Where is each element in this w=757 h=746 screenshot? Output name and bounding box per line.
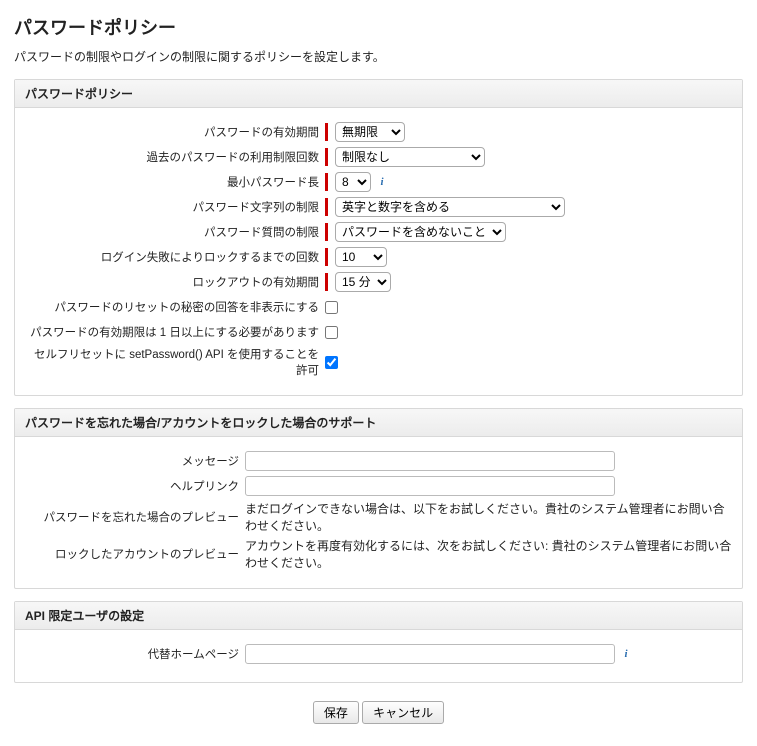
label-lockduration: ロックアウトの有効期間	[25, 274, 325, 290]
cancel-button[interactable]: キャンセル	[362, 701, 444, 724]
checkbox-setpwapi[interactable]	[325, 356, 338, 369]
label-history: 過去のパスワードの利用制限回数	[25, 149, 325, 165]
panel-password-policy: パスワードポリシー パスワードの有効期間 無期限 過去のパスワードの利用制限回数…	[14, 79, 743, 396]
required-marker	[325, 273, 328, 291]
label-lockattempts: ログイン失敗によりロックするまでの回数	[25, 249, 325, 265]
required-marker	[325, 173, 328, 191]
select-complexity[interactable]: 英字と数字を含める	[335, 197, 565, 217]
input-althome[interactable]	[245, 644, 615, 664]
page-title: パスワードポリシー	[14, 14, 743, 40]
checkbox-obscure[interactable]	[325, 301, 338, 314]
label-setpwapi: セルフリセットに setPassword() API を使用することを許可	[25, 346, 325, 378]
required-marker	[325, 223, 328, 241]
checkbox-mindays[interactable]	[325, 326, 338, 339]
page-subtitle: パスワードの制限やログインの制限に関するポリシーを設定します。	[14, 48, 743, 65]
required-marker	[325, 248, 328, 266]
label-obscure: パスワードのリセットの秘密の回答を非表示にする	[25, 299, 325, 315]
select-lockattempts[interactable]: 10	[335, 247, 387, 267]
input-message[interactable]	[245, 451, 615, 471]
select-minlen[interactable]: 8	[335, 172, 371, 192]
panel-forgot-support: パスワードを忘れた場合/アカウントをロックした場合のサポート メッセージ ヘルプ…	[14, 408, 743, 589]
label-question: パスワード質問の制限	[25, 224, 325, 240]
button-bar: 保存 キャンセル	[14, 695, 743, 736]
panel-header-api: API 限定ユーザの設定	[15, 602, 742, 630]
panel-header-password-policy: パスワードポリシー	[15, 80, 742, 108]
label-lock-preview: ロックしたアカウントのプレビュー	[25, 546, 245, 562]
label-message: メッセージ	[25, 453, 245, 469]
select-lockduration[interactable]: 15 分	[335, 272, 391, 292]
input-helplink[interactable]	[245, 476, 615, 496]
info-icon[interactable]: i	[375, 175, 389, 189]
forgot-preview-text: まだログインできない場合は、以下をお試しください。貴社のシステム管理者にお問い合…	[245, 500, 732, 534]
lock-preview-text: アカウントを再度有効化するには、次をお試しください: 貴社のシステム管理者にお問…	[245, 537, 732, 571]
select-expiry[interactable]: 無期限	[335, 122, 405, 142]
label-complexity: パスワード文字列の制限	[25, 199, 325, 215]
label-expiry: パスワードの有効期間	[25, 124, 325, 140]
select-history[interactable]: 制限なし	[335, 147, 485, 167]
required-marker	[325, 148, 328, 166]
panel-header-forgot: パスワードを忘れた場合/アカウントをロックした場合のサポート	[15, 409, 742, 437]
info-icon[interactable]: i	[619, 647, 633, 661]
label-althome: 代替ホームページ	[25, 646, 245, 662]
label-minlen: 最小パスワード長	[25, 174, 325, 190]
label-mindays: パスワードの有効期限は 1 日以上にする必要があります	[25, 324, 325, 340]
label-helplink: ヘルプリンク	[25, 478, 245, 494]
save-button[interactable]: 保存	[313, 701, 359, 724]
select-question[interactable]: パスワードを含めないこと	[335, 222, 506, 242]
required-marker	[325, 123, 328, 141]
label-forgot-preview: パスワードを忘れた場合のプレビュー	[25, 509, 245, 525]
panel-api-user: API 限定ユーザの設定 代替ホームページ i	[14, 601, 743, 683]
required-marker	[325, 198, 328, 216]
